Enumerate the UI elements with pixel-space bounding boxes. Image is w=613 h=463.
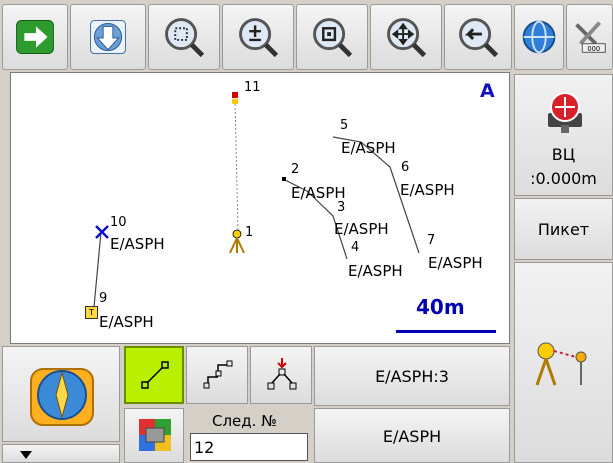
svg-text:000: 000 xyxy=(587,45,600,53)
picket-label: Пикет xyxy=(537,220,590,239)
zoom-plus-minus-icon xyxy=(239,18,279,58)
zoom-window-button[interactable] xyxy=(296,4,368,70)
target-height-value: :0.000m xyxy=(530,169,597,188)
point-label-1: 1 xyxy=(245,225,254,240)
compass-button[interactable] xyxy=(2,346,120,442)
prism-target-icon xyxy=(548,92,582,133)
compass-icon xyxy=(30,368,94,426)
station-prism-icon xyxy=(535,342,587,386)
download-icon xyxy=(90,20,126,54)
point-label-6: 6 xyxy=(401,160,410,175)
point-code-7: E/ASPH xyxy=(428,254,483,272)
point-code-10: E/ASPH xyxy=(110,235,165,253)
zoom-window-icon xyxy=(313,18,353,58)
scale-bar xyxy=(396,330,496,333)
download-button[interactable] xyxy=(70,4,146,70)
code-top-label: E/ASPH:3 xyxy=(375,367,449,386)
tripod-icon xyxy=(229,229,245,254)
point-code-9: E/ASPH xyxy=(99,313,154,331)
line-icon xyxy=(141,361,169,389)
tag-marker-icon: T xyxy=(85,306,98,319)
line-mode-button[interactable] xyxy=(124,346,184,404)
zoom-fit-button[interactable] xyxy=(148,4,220,70)
zoom-in-out-button[interactable] xyxy=(222,4,294,70)
point-code-4: E/ASPH xyxy=(348,262,403,280)
zoom-back-icon xyxy=(459,18,499,58)
zoom-fit-icon xyxy=(165,18,205,58)
polyline-mode-button[interactable] xyxy=(186,346,248,404)
layers-icon xyxy=(139,419,171,451)
layers-button[interactable] xyxy=(124,408,184,463)
station-button[interactable] xyxy=(514,262,613,463)
pan-button[interactable] xyxy=(370,4,442,70)
point-label-10: 10 xyxy=(110,215,127,230)
point-code-5: E/ASPH xyxy=(341,139,396,157)
scale-label: 40m xyxy=(416,295,465,319)
point-code-3: E/ASPH xyxy=(334,220,389,238)
point-label-11: 11 xyxy=(244,80,261,95)
point-code-6: E/ASPH xyxy=(400,181,455,199)
point-label-7: 7 xyxy=(427,233,436,248)
north-arrow-icon: A xyxy=(480,80,495,102)
polyline-icon xyxy=(203,360,233,389)
point-label-4: 4 xyxy=(351,240,360,255)
next-number-group: След. № 12 xyxy=(186,408,312,463)
picket-button[interactable]: Пикет xyxy=(514,198,613,260)
target-height-label: ВЦ xyxy=(551,145,576,164)
point-label-2: 2 xyxy=(291,162,300,177)
next-number-value: 12 xyxy=(194,438,215,457)
pan-icon xyxy=(387,18,427,58)
point-marker-2 xyxy=(282,177,286,181)
code-button-bottom[interactable]: E/ASPH xyxy=(314,408,510,463)
zoom-previous-button[interactable] xyxy=(444,4,512,70)
next-number-label: След. № xyxy=(212,412,277,430)
point-label-9: 9 xyxy=(99,291,108,306)
settings-button[interactable]: 000 xyxy=(566,4,613,70)
next-number-field[interactable]: 12 xyxy=(190,433,308,461)
code-bottom-label: E/ASPH xyxy=(382,427,442,446)
map-view[interactable]: 11 1 5 E/ASPH 2 E/ASPH 6 E/ASPH 3 E/ASPH… xyxy=(10,72,510,344)
code-button-top[interactable]: E/ASPH:3 xyxy=(314,346,510,406)
forward-button[interactable] xyxy=(2,4,68,70)
point-label-3: 3 xyxy=(337,200,346,215)
branch-icon xyxy=(267,358,297,390)
point-label-5: 5 xyxy=(340,118,349,133)
globe-icon xyxy=(522,20,556,54)
branch-mode-button[interactable] xyxy=(250,346,312,404)
target-height-button[interactable]: ВЦ :0.000m xyxy=(514,74,613,196)
cross-marker-icon xyxy=(95,225,109,239)
chevron-down-icon xyxy=(20,451,32,459)
tools-icon: 000 xyxy=(575,21,606,53)
globe-button[interactable] xyxy=(514,4,564,70)
dropdown-button[interactable] xyxy=(2,444,120,463)
right-arrow-icon xyxy=(16,20,54,54)
